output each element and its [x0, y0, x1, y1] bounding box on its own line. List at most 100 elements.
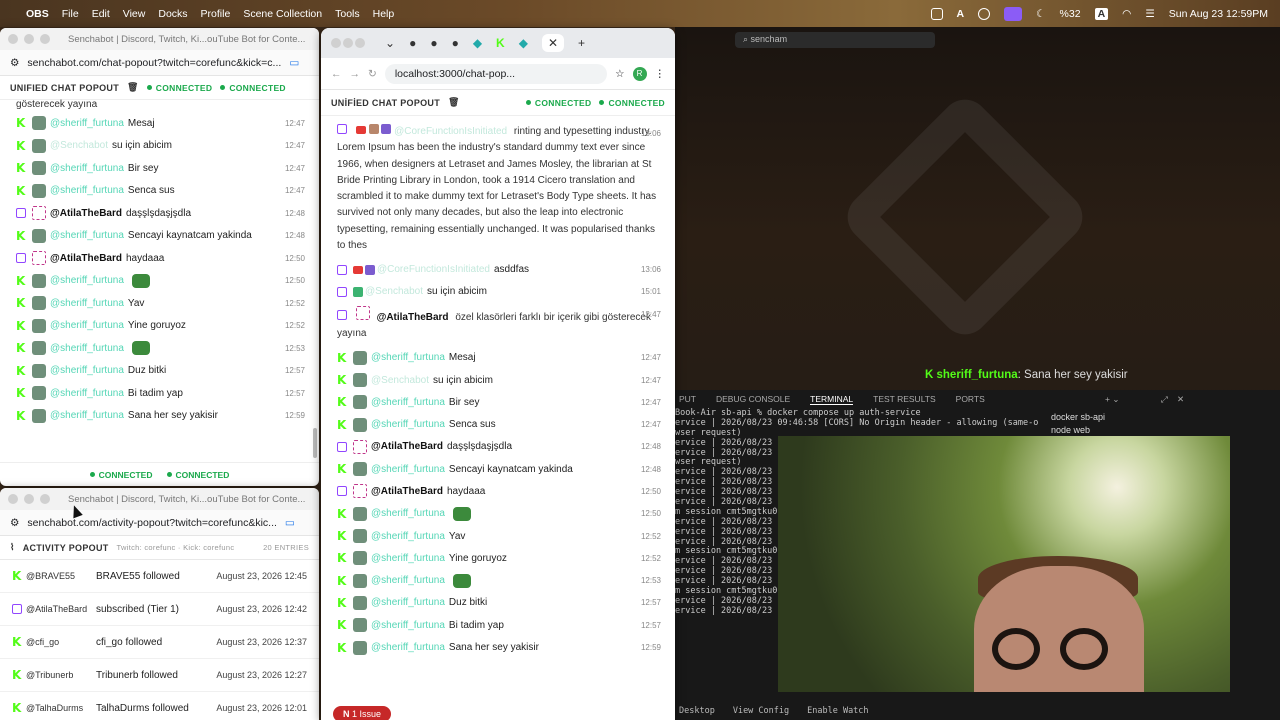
- menu-scene-collection[interactable]: Scene Collection: [243, 8, 322, 20]
- senchabot-tab-icon[interactable]: ◆: [519, 36, 528, 50]
- status-desktop[interactable]: Desktop: [679, 706, 715, 720]
- chat-username[interactable]: @sheriff_furtuna: [371, 508, 445, 519]
- zoom-dot[interactable]: [40, 34, 50, 44]
- cast-icon[interactable]: ▭: [289, 57, 299, 69]
- localhost-url-bar[interactable]: ← → ↻ localhost:3000/chat-pop... ☆ R ⋮: [321, 58, 675, 90]
- chat-username[interactable]: @sheriff_furtuna: [371, 620, 445, 631]
- forward-icon[interactable]: →: [350, 68, 361, 80]
- chat-username[interactable]: @sheriff_furtuna: [50, 118, 124, 129]
- activity-url-bar[interactable]: ⚙ senchabot.com/activity-popout?twitch=c…: [0, 510, 319, 536]
- localhost-url[interactable]: localhost:3000/chat-pop...: [384, 63, 608, 84]
- chat-username[interactable]: @sheriff_furtuna: [50, 185, 124, 196]
- chat-username[interactable]: @AtilaTheBard: [371, 486, 443, 497]
- control-center-icon[interactable]: ☰: [1145, 8, 1154, 20]
- github-tab-icon[interactable]: ●: [430, 36, 437, 50]
- chat-url-bar[interactable]: ⚙ senchabot.com/chat-popout?twitch=coref…: [0, 50, 319, 76]
- chat-window-titlebar[interactable]: Senchabot | Discord, Twitch, Ki...ouTube…: [0, 28, 319, 50]
- chat-username[interactable]: @CoreFunctionIsInitiated: [377, 264, 490, 275]
- menu-profile[interactable]: Profile: [201, 8, 231, 20]
- menu-edit[interactable]: Edit: [92, 8, 110, 20]
- menu-tools[interactable]: Tools: [335, 8, 360, 20]
- chat-username[interactable]: @sheriff_furtuna: [371, 553, 445, 564]
- reload-icon[interactable]: ↻: [368, 68, 377, 80]
- input-source-icon[interactable]: A: [1094, 7, 1109, 20]
- terminal-item-docker[interactable]: docker sb-api: [1051, 412, 1105, 422]
- trash-icon[interactable]: 🗑: [127, 82, 139, 93]
- chat-username[interactable]: @sheriff_furtuna: [371, 531, 445, 542]
- cast-icon[interactable]: ▭: [285, 517, 295, 529]
- tab-debug-console[interactable]: DEBUG CONSOLE: [716, 394, 790, 404]
- activity-url[interactable]: senchabot.com/activity-popout?twitch=cor…: [27, 517, 277, 529]
- profile-avatar[interactable]: R: [632, 66, 647, 81]
- chat-username[interactable]: @sheriff_furtuna: [50, 365, 124, 376]
- chat-username[interactable]: @sheriff_furtuna: [371, 575, 445, 586]
- chat-username[interactable]: @sheriff_furtuna: [50, 298, 124, 309]
- chat-username[interactable]: @Senchabot: [365, 286, 423, 297]
- obs-tray-icon[interactable]: A: [957, 8, 965, 20]
- menu-docks[interactable]: Docks: [158, 8, 187, 20]
- chat-username[interactable]: @sheriff_furtuna: [371, 642, 445, 653]
- moon-icon[interactable]: ☾: [1036, 8, 1045, 20]
- chat-username[interactable]: @AtilaTheBard: [50, 253, 122, 264]
- chat-username[interactable]: @AtilaTheBard: [377, 312, 449, 323]
- menu-view[interactable]: View: [123, 8, 146, 20]
- chat-username[interactable]: @sheriff_furtuna: [50, 410, 124, 421]
- zoom-dot[interactable]: [355, 38, 365, 48]
- editor-search-box[interactable]: ⌕ sencham: [735, 32, 935, 48]
- senchabot-tab-icon[interactable]: ◆: [473, 36, 482, 50]
- menubar-datetime[interactable]: Sun Aug 23 12:59PM: [1169, 8, 1268, 20]
- battery-percent[interactable]: %32: [1060, 8, 1081, 20]
- more-menu-icon[interactable]: ⋮: [655, 68, 666, 80]
- trash-icon[interactable]: 🗑: [448, 97, 460, 108]
- chat-username[interactable]: @sheriff_furtuna: [50, 388, 124, 399]
- record-status-icon[interactable]: [930, 7, 943, 20]
- chat-username[interactable]: @sheriff_furtuna: [371, 464, 445, 475]
- back-icon[interactable]: ←: [331, 68, 342, 80]
- bookmark-star-icon[interactable]: ☆: [615, 68, 624, 80]
- chat-url[interactable]: senchabot.com/chat-popout?twitch=corefun…: [27, 57, 281, 69]
- minimize-dot[interactable]: [343, 38, 353, 48]
- chat-username[interactable]: @sheriff_furtuna: [50, 275, 124, 286]
- close-tab-icon[interactable]: ✕: [541, 34, 565, 52]
- menu-file[interactable]: File: [62, 8, 79, 20]
- issue-badge[interactable]: N 1 Issue: [333, 706, 392, 720]
- wifi-icon[interactable]: ◠: [1122, 8, 1131, 20]
- minimize-dot[interactable]: [24, 34, 34, 44]
- activity-window-titlebar[interactable]: Senchabot | Discord, Twitch, Ki...ouTube…: [0, 488, 319, 510]
- close-panel-icon[interactable]: ✕: [1177, 394, 1184, 405]
- tab-list-icon[interactable]: ⌄: [385, 36, 395, 50]
- tab-ports[interactable]: PORTS: [956, 394, 985, 404]
- chat-username[interactable]: @sheriff_furtuna: [371, 597, 445, 608]
- chat-username[interactable]: @sheriff_furtuna: [371, 352, 445, 363]
- close-dot[interactable]: [331, 38, 341, 48]
- site-settings-icon[interactable]: ⚙: [10, 517, 19, 529]
- long-message-user[interactable]: @CoreFunctionIsInitiated: [394, 126, 507, 137]
- kick-tab-icon[interactable]: K: [496, 36, 505, 50]
- github-tab-icon[interactable]: ●: [409, 36, 416, 50]
- tab-test-results[interactable]: TEST RESULTS: [873, 394, 936, 404]
- chat-username[interactable]: @AtilaTheBard: [371, 441, 443, 452]
- chat-username[interactable]: @sheriff_furtuna: [50, 230, 124, 241]
- stage-manager-icon[interactable]: [1004, 6, 1023, 21]
- chat-scrollbar[interactable]: [313, 428, 317, 458]
- status-view-config[interactable]: View Config: [733, 706, 789, 720]
- chat-username[interactable]: @AtilaTheBard: [50, 208, 122, 219]
- chat-username[interactable]: @sheriff_furtuna: [50, 320, 124, 331]
- menu-app-name[interactable]: OBS: [26, 8, 49, 20]
- chat-username[interactable]: @sheriff_furtuna: [371, 397, 445, 408]
- github-tab-icon[interactable]: ●: [452, 36, 459, 50]
- status-enable-watch[interactable]: Enable Watch: [807, 706, 868, 720]
- menu-help[interactable]: Help: [373, 8, 395, 20]
- terminal-item-node[interactable]: node web: [1051, 425, 1105, 435]
- tab-output[interactable]: PUT: [679, 394, 696, 404]
- chat-username[interactable]: @sheriff_furtuna: [371, 419, 445, 430]
- close-dot[interactable]: [8, 494, 18, 504]
- close-dot[interactable]: [8, 34, 18, 44]
- maximize-panel-icon[interactable]: ⤢: [1161, 394, 1168, 405]
- add-terminal-icon[interactable]: + ⌄: [1105, 394, 1119, 405]
- chat-username[interactable]: @Senchabot: [371, 375, 429, 386]
- zoom-dot[interactable]: [40, 494, 50, 504]
- site-settings-icon[interactable]: ⚙: [10, 57, 19, 69]
- minimize-dot[interactable]: [24, 494, 34, 504]
- chat-username[interactable]: @Senchabot: [50, 140, 108, 151]
